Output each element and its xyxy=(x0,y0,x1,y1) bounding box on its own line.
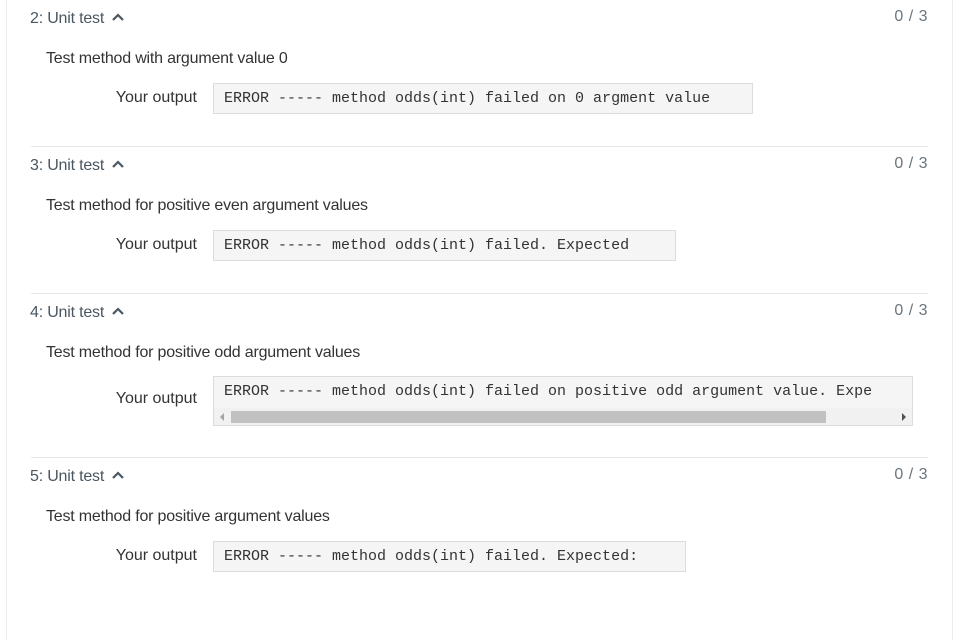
test-description: Test method for positive odd argument va… xyxy=(46,344,361,361)
test-description: Test method with argument value 0 xyxy=(46,50,288,67)
test-title-toggle[interactable]: 2: Unit test xyxy=(30,10,125,28)
test-score: 0 / 3 xyxy=(894,8,928,25)
test-title-toggle[interactable]: 5: Unit test xyxy=(30,468,125,486)
output-box: ERROR ----- method odds(int) failed. Exp… xyxy=(213,230,676,261)
test-header: 4: Unit test 0 / 3 xyxy=(30,302,928,324)
test-title: 2: Unit test xyxy=(30,10,105,27)
chevron-up-icon xyxy=(112,160,125,169)
output-box-scrollable[interactable]: ERROR ----- method odds(int) failed on p… xyxy=(213,376,913,426)
section-divider xyxy=(31,146,928,147)
test-title-toggle[interactable]: 4: Unit test xyxy=(30,304,125,322)
test-header: 2: Unit test 0 / 3 xyxy=(30,8,928,30)
test-title: 3: Unit test xyxy=(30,157,105,174)
test-score: 0 / 3 xyxy=(894,155,928,172)
test-score: 0 / 3 xyxy=(894,466,928,483)
section-divider xyxy=(31,293,928,294)
test-title-toggle[interactable]: 3: Unit test xyxy=(30,157,125,175)
output-box: ERROR ----- method odds(int) failed. Exp… xyxy=(213,541,686,572)
test-description: Test method for positive even argument v… xyxy=(46,197,368,214)
output-label: Your output xyxy=(115,236,197,253)
output-text: ERROR ----- method odds(int) failed on p… xyxy=(224,383,873,400)
section-divider xyxy=(31,457,928,458)
output-label: Your output xyxy=(115,89,197,106)
scrollbar-thumb[interactable] xyxy=(231,411,826,423)
scroll-left-arrow-icon[interactable] xyxy=(220,413,224,421)
test-header: 5: Unit test 0 / 3 xyxy=(30,466,928,488)
output-label: Your output xyxy=(115,390,197,407)
chevron-up-icon xyxy=(112,307,125,316)
output-box: ERROR ----- method odds(int) failed on 0… xyxy=(213,83,753,114)
horizontal-scrollbar[interactable] xyxy=(214,408,912,425)
chevron-up-icon xyxy=(112,13,125,22)
test-description: Test method for positive argument values xyxy=(46,508,330,525)
test-title: 4: Unit test xyxy=(30,304,105,321)
scroll-right-arrow-icon[interactable] xyxy=(902,413,906,421)
output-label: Your output xyxy=(115,547,197,564)
test-score: 0 / 3 xyxy=(894,302,928,319)
test-title: 5: Unit test xyxy=(30,468,105,485)
chevron-up-icon xyxy=(112,471,125,480)
test-header: 3: Unit test 0 / 3 xyxy=(30,155,928,177)
